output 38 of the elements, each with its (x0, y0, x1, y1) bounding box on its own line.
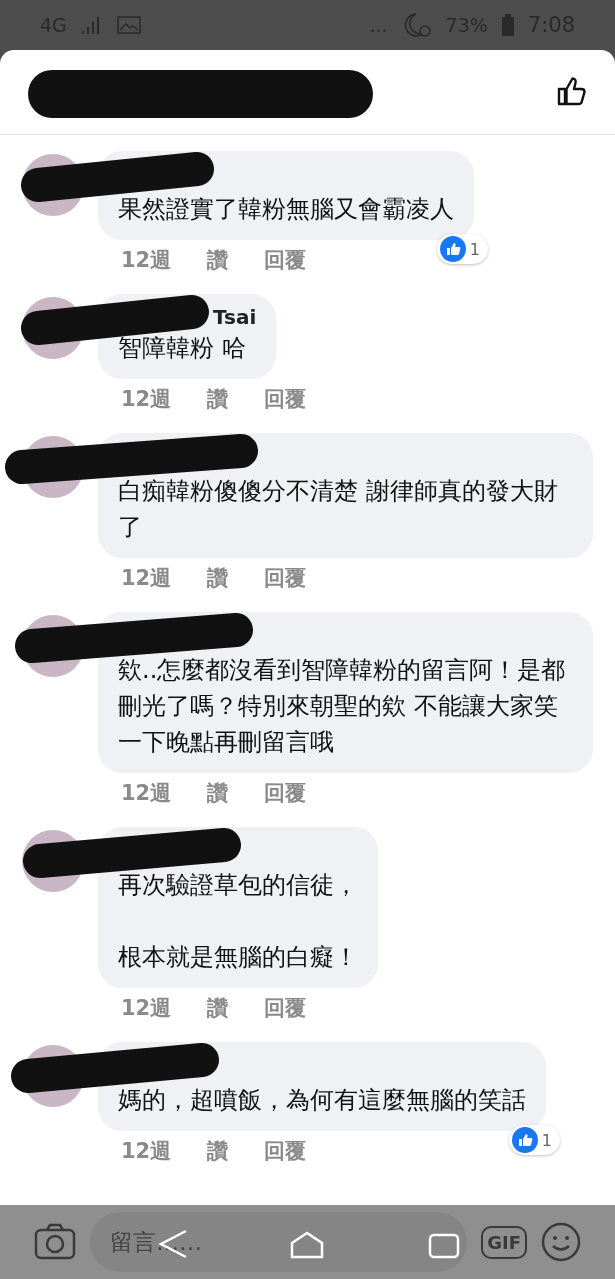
reply-link[interactable]: 回覆 (264, 779, 307, 807)
emoji-icon[interactable] (541, 1222, 581, 1262)
comment-time: 12週 (121, 995, 172, 1022)
comment-text: 欸..怎麼都沒看到智障韓粉的留言阿！是都刪光了嗎？特別來朝聖的欸 不能讓大家笑一下晚點再刪留言哦 (118, 655, 567, 758)
like-link[interactable]: 讚 (207, 994, 229, 1022)
image-icon (116, 16, 141, 34)
like-link[interactable]: 讚 (207, 564, 229, 592)
reaction-count[interactable]: 1 (436, 234, 488, 264)
reply-link[interactable]: 回覆 (264, 385, 307, 413)
like-reaction-icon (511, 1127, 538, 1153)
commenter-name[interactable]: Tsai (213, 304, 257, 330)
comment-time: 12週 (121, 247, 172, 274)
battery-icon (501, 14, 514, 36)
like-link[interactable]: 讚 (207, 1137, 229, 1165)
comment-text: 媽的，超噴飯，為何有這麼無腦的笑話 (118, 1085, 526, 1116)
more-indicator: ... (369, 14, 388, 36)
reply-link[interactable]: 回覆 (264, 1137, 307, 1165)
gif-button[interactable]: GIF (481, 1225, 527, 1259)
comment-time: 12週 (121, 565, 172, 592)
like-link[interactable]: 讚 (207, 246, 229, 274)
comment-text: 根本就是無腦的白癡！ (118, 942, 358, 973)
recents-icon[interactable] (428, 1233, 460, 1259)
comment-time: 12週 (121, 386, 172, 413)
like-link[interactable]: 讚 (207, 779, 229, 807)
comment-text: 智障韓粉 哈 (118, 333, 247, 364)
comment-text: 果然證實了韓粉無腦又會霸凌人 (118, 194, 454, 225)
camera-icon[interactable] (34, 1223, 76, 1261)
comment-text: 白痴韓粉傻傻分不清楚 謝律師真的發大財了 (118, 476, 559, 543)
reaction-count[interactable]: 1 (508, 1125, 560, 1155)
reply-link[interactable]: 回覆 (264, 246, 307, 274)
like-link[interactable]: 讚 (207, 385, 229, 413)
home-icon[interactable] (290, 1231, 324, 1259)
comment-text: 再次驗證草包的信徒， (118, 870, 358, 901)
reply-link[interactable]: 回覆 (264, 564, 307, 592)
comment-time: 12週 (121, 1138, 172, 1165)
like-reaction-icon (439, 236, 466, 262)
comment-time: 12週 (121, 780, 172, 807)
reply-link[interactable]: 回覆 (264, 994, 307, 1022)
